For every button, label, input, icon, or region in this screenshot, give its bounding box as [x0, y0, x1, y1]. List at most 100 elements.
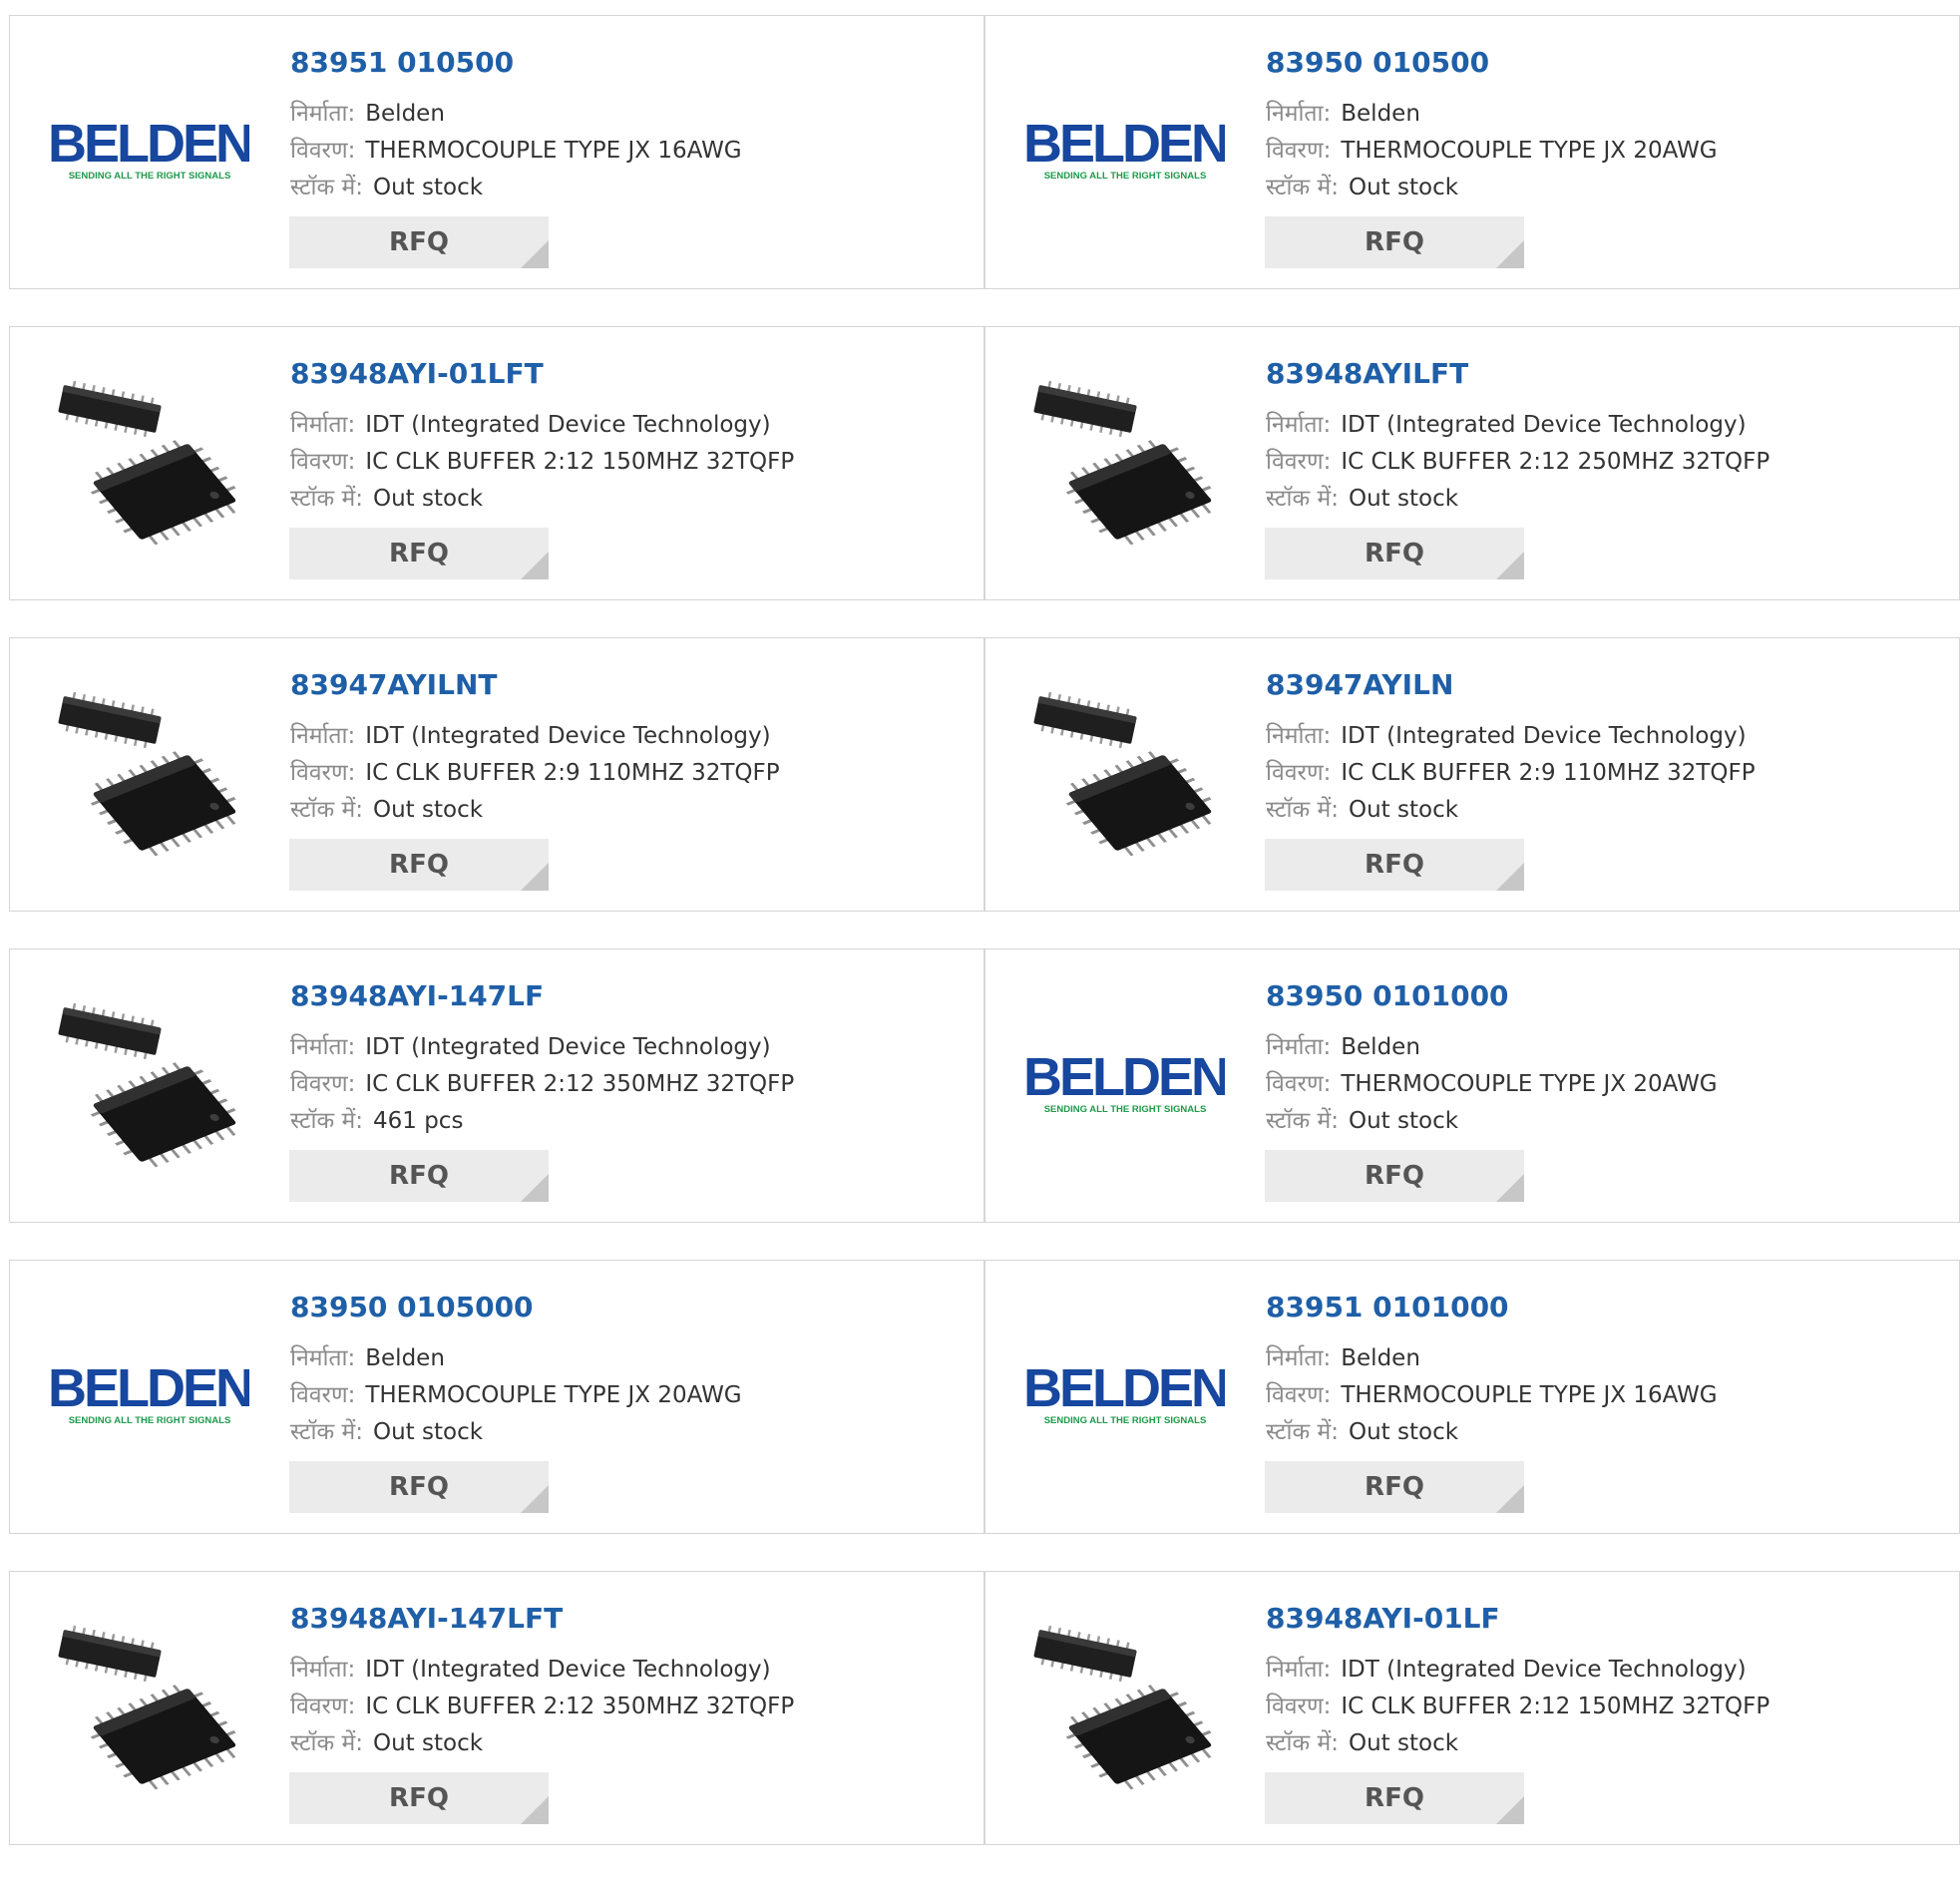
manufacturer-row: निर्माता: IDT (Integrated Device Technolo…	[290, 1652, 771, 1684]
rfq-button[interactable]: RFQ	[289, 1150, 549, 1202]
manufacturer-label: निर्माता:	[1266, 101, 1332, 127]
belden-logo-wordmark: BELDEN	[1025, 1049, 1225, 1107]
description-value: THERMOCOUPLE TYPE JX 20AWG	[365, 1382, 742, 1408]
rfq-button[interactable]: RFQ	[289, 1461, 549, 1513]
part-number-link[interactable]: 83947AYILNT	[290, 668, 497, 701]
product-card: BELDEN SENDING ALL THE RIGHT SIGNALS 839…	[984, 1260, 1960, 1534]
manufacturer-label: निर्माता:	[1266, 723, 1332, 749]
product-card: 83948AYI-147LF निर्माता: IDT (Integrated D…	[9, 948, 984, 1223]
rfq-corner-decoration	[521, 863, 549, 891]
product-image[interactable]	[50, 1607, 249, 1806]
stock-value: Out stock	[372, 175, 484, 200]
rfq-corner-decoration	[521, 1796, 549, 1824]
description-value: IC CLK BUFFER 2:12 350MHZ 32TQFP	[365, 1694, 795, 1719]
stock-label: स्टॉक में:	[1266, 1419, 1339, 1445]
ic-chip-image	[58, 1002, 236, 1168]
rfq-button[interactable]: RFQ	[289, 1772, 549, 1824]
product-image[interactable]	[1025, 673, 1225, 873]
description-row: विवरण: IC CLK BUFFER 2:12 350MHZ 32TQFP	[290, 1066, 794, 1098]
product-image[interactable]	[1025, 1607, 1225, 1806]
product-image[interactable]	[50, 984, 249, 1184]
part-number-link[interactable]: 83951 010500	[290, 46, 514, 79]
description-row: विवरण: IC CLK BUFFER 2:12 150MHZ 32TQFP	[290, 444, 794, 476]
manufacturer-row: निर्माता: Belden	[290, 1340, 445, 1372]
belden-logo-tagline: SENDING ALL THE RIGHT SIGNALS	[69, 171, 231, 182]
rfq-button[interactable]: RFQ	[1265, 1772, 1524, 1824]
manufacturer-label: निर्माता:	[1266, 1657, 1332, 1683]
rfq-button[interactable]: RFQ	[289, 839, 549, 891]
ic-chip-image	[58, 380, 236, 546]
manufacturer-value: Belden	[1341, 1345, 1420, 1371]
stock-row: स्टॉक में: Out stock	[1266, 170, 1458, 201]
ic-chip-image	[58, 1625, 236, 1790]
rfq-button-label: RFQ	[389, 539, 449, 568]
product-image[interactable]	[50, 673, 249, 873]
part-number-link[interactable]: 83950 0101000	[1266, 979, 1509, 1012]
ic-chip-image	[58, 691, 236, 857]
stock-value: Out stock	[372, 486, 484, 512]
stock-label: स्टॉक में:	[290, 797, 363, 823]
description-value: IC CLK BUFFER 2:9 110MHZ 32TQFP	[365, 760, 780, 786]
manufacturer-row: निर्माता: Belden	[1266, 1029, 1420, 1061]
part-number-link[interactable]: 83947AYILN	[1266, 668, 1453, 701]
rfq-corner-decoration	[1496, 863, 1524, 891]
part-number-link[interactable]: 83948AYI-147LF	[290, 979, 544, 1012]
description-label: विवरण:	[290, 1071, 356, 1097]
stock-row: स्टॉक में: Out stock	[290, 1725, 483, 1757]
part-number-link[interactable]: 83948AYI-01LFT	[290, 357, 544, 390]
part-number-link[interactable]: 83950 010500	[1266, 46, 1489, 79]
description-label: विवरण:	[1266, 1071, 1332, 1097]
description-label: विवरण:	[1266, 1694, 1332, 1719]
manufacturer-row: निर्माता: IDT (Integrated Device Technolo…	[290, 1029, 771, 1061]
rfq-button[interactable]: RFQ	[1265, 216, 1524, 268]
product-image[interactable]	[50, 362, 249, 562]
product-card: 83948AYI-147LFT निर्माता: IDT (Integrated …	[9, 1571, 984, 1845]
product-row: BELDEN SENDING ALL THE RIGHT SIGNALS 839…	[9, 15, 1960, 289]
manufacturer-label: निर्माता:	[290, 723, 356, 749]
manufacturer-label: निर्माता:	[1266, 1345, 1332, 1371]
stock-row: स्टॉक में: Out stock	[1266, 1725, 1458, 1757]
product-image[interactable]: BELDEN SENDING ALL THE RIGHT SIGNALS	[1025, 51, 1225, 250]
description-row: विवरण: IC CLK BUFFER 2:12 250MHZ 32TQFP	[1266, 444, 1769, 476]
product-image[interactable]: BELDEN SENDING ALL THE RIGHT SIGNALS	[50, 51, 249, 250]
rfq-button[interactable]: RFQ	[1265, 1150, 1524, 1202]
manufacturer-row: निर्माता: Belden	[1266, 1340, 1420, 1372]
rfq-button[interactable]: RFQ	[1265, 528, 1524, 579]
stock-label: स्टॉक में:	[1266, 1108, 1339, 1134]
description-row: विवरण: THERMOCOUPLE TYPE JX 16AWG	[290, 133, 742, 165]
stock-value: Out stock	[1348, 486, 1459, 512]
manufacturer-value: IDT (Integrated Device Technology)	[365, 1657, 771, 1683]
part-number-link[interactable]: 83948AYI-147LFT	[290, 1602, 563, 1635]
rfq-button[interactable]: RFQ	[289, 528, 549, 579]
part-number-link[interactable]: 83948AYILFT	[1266, 357, 1468, 390]
product-image[interactable]: BELDEN SENDING ALL THE RIGHT SIGNALS	[1025, 984, 1225, 1184]
product-image[interactable]	[1025, 362, 1225, 562]
rfq-button[interactable]: RFQ	[1265, 1461, 1524, 1513]
product-image[interactable]: BELDEN SENDING ALL THE RIGHT SIGNALS	[1025, 1296, 1225, 1495]
part-number-link[interactable]: 83951 0101000	[1266, 1291, 1509, 1323]
stock-label: स्टॉक में:	[1266, 486, 1339, 512]
rfq-button-label: RFQ	[389, 1783, 449, 1813]
manufacturer-row: निर्माता: Belden	[1266, 96, 1420, 128]
belden-logo: BELDEN SENDING ALL THE RIGHT SIGNALS	[1025, 1049, 1225, 1115]
part-number-link[interactable]: 83948AYI-01LF	[1266, 1602, 1500, 1635]
belden-logo-wordmark: BELDEN	[1025, 1360, 1225, 1418]
belden-logo-tagline: SENDING ALL THE RIGHT SIGNALS	[69, 1415, 231, 1426]
rfq-button-label: RFQ	[1365, 850, 1424, 880]
manufacturer-value: Belden	[365, 101, 445, 127]
product-image[interactable]: BELDEN SENDING ALL THE RIGHT SIGNALS	[50, 1296, 249, 1495]
rfq-button[interactable]: RFQ	[289, 216, 549, 268]
manufacturer-label: निर्माता:	[290, 412, 356, 438]
manufacturer-row: निर्माता: IDT (Integrated Device Technolo…	[1266, 1652, 1747, 1684]
rfq-corner-decoration	[1496, 552, 1524, 579]
manufacturer-value: IDT (Integrated Device Technology)	[1341, 412, 1747, 438]
rfq-corner-decoration	[1496, 1174, 1524, 1202]
description-row: विवरण: IC CLK BUFFER 2:9 110MHZ 32TQFP	[1266, 755, 1756, 787]
description-label: विवरण:	[1266, 449, 1332, 475]
rfq-button[interactable]: RFQ	[1265, 839, 1524, 891]
stock-label: स्टॉक में:	[1266, 797, 1339, 823]
belden-logo-tagline: SENDING ALL THE RIGHT SIGNALS	[1044, 1104, 1207, 1115]
rfq-corner-decoration	[1496, 1485, 1524, 1513]
part-number-link[interactable]: 83950 0105000	[290, 1291, 534, 1323]
description-label: विवरण:	[1266, 138, 1332, 164]
